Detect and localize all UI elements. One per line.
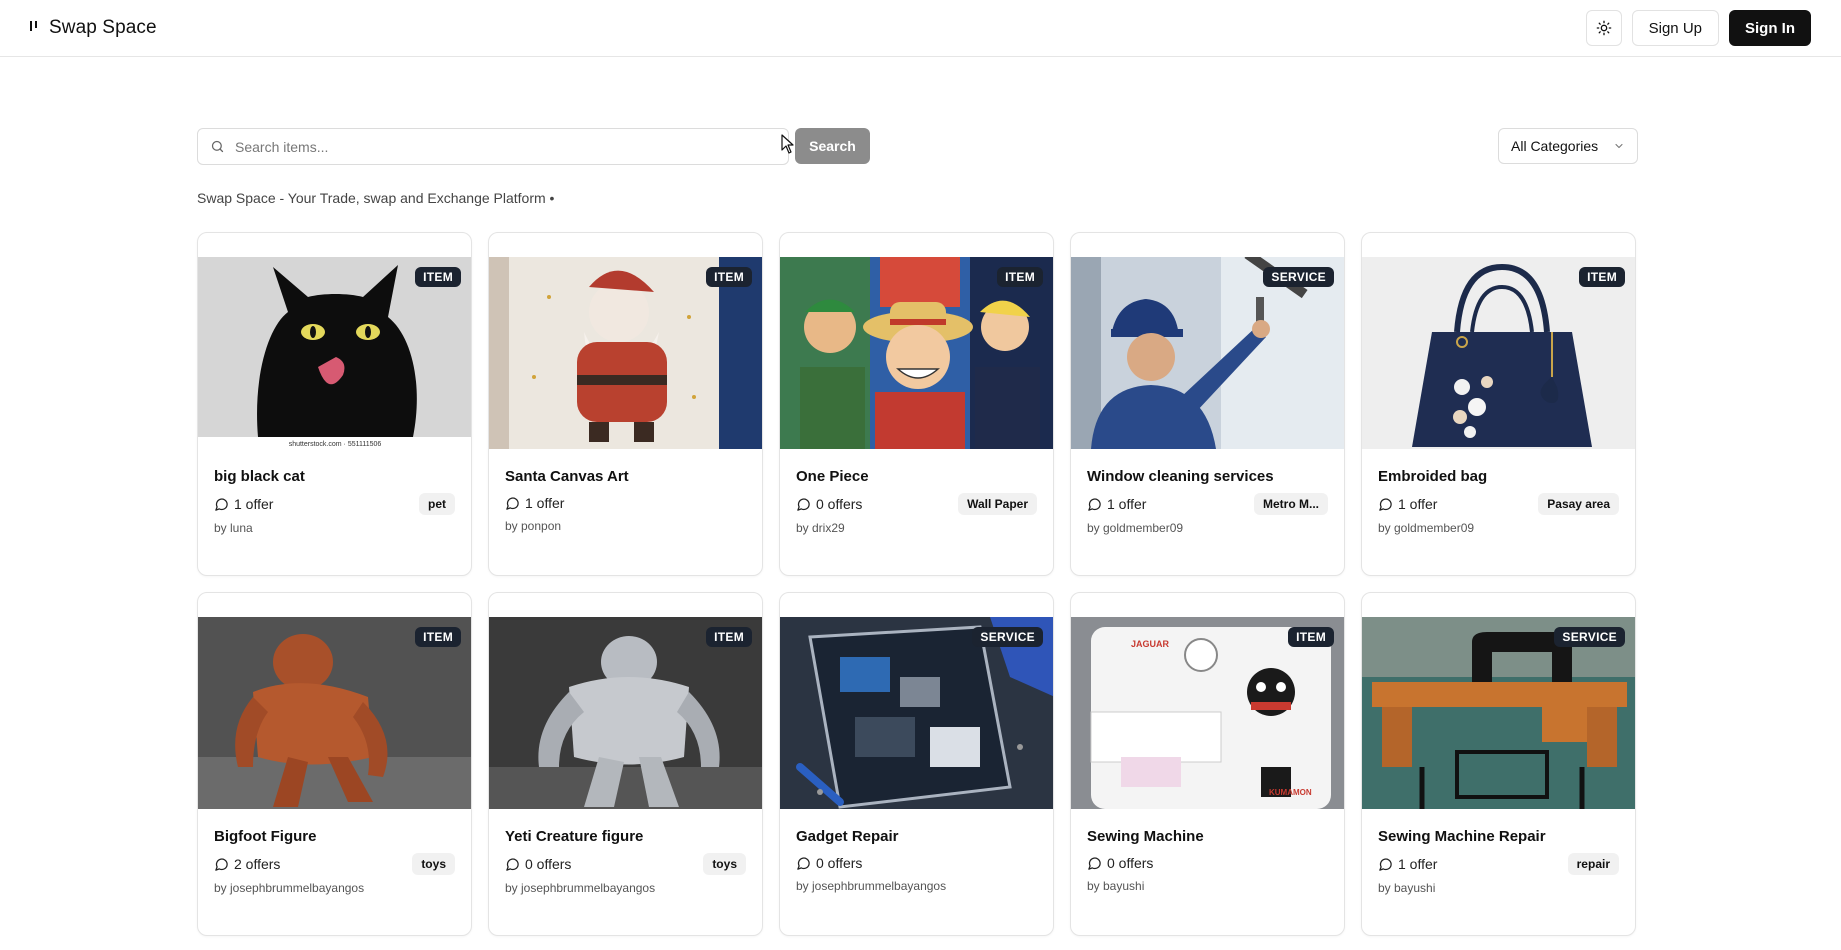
message-circle-icon [215, 497, 228, 511]
listing-category-tag: Metro M... [1254, 493, 1328, 515]
message-circle-icon [506, 496, 519, 510]
listing-owner: by goldmember09 [1087, 521, 1184, 535]
listing-title: big black cat [214, 468, 305, 485]
listing-offers-count: 1 offer [1398, 496, 1438, 512]
brand-link[interactable]: Swap Space [30, 17, 157, 39]
listing-category-tag: Pasay area [1538, 493, 1619, 515]
listing-card[interactable]: ITEM Santa Canvas Art 1 offer by ponpon [488, 232, 763, 576]
theme-toggle-button[interactable] [1585, 10, 1622, 46]
listing-owner: by bayushi [1378, 881, 1436, 895]
listing-category-tag: toys [412, 853, 455, 875]
listing-offers-count: 1 offer [1398, 856, 1438, 872]
sun-icon [1596, 20, 1611, 36]
message-circle-icon [215, 857, 228, 871]
svg-text:JAGUAR: JAGUAR [1131, 639, 1170, 649]
chevron-down-icon [1615, 143, 1623, 149]
message-circle-icon [1379, 497, 1392, 511]
page-tagline: Swap Space - Your Trade, swap and Exchan… [197, 190, 555, 206]
message-circle-icon [1379, 857, 1392, 871]
mouse-cursor-icon [781, 134, 794, 154]
listing-owner: by drix29 [796, 521, 845, 535]
listing-card[interactable]: KUMAMON JAGUAR ITEM Sewing Machine 0 off… [1070, 592, 1345, 936]
listing-category-tag: toys [703, 853, 746, 875]
search-input[interactable] [235, 138, 776, 155]
brand-logo-icon [30, 21, 37, 35]
category-select[interactable]: All Categories [1498, 128, 1638, 164]
listings-grid: shutterstock.com · 551111506 ITEM big bl… [197, 232, 1636, 936]
listing-owner: by luna [214, 521, 253, 535]
search-field[interactable] [197, 128, 789, 165]
listing-category-tag: repair [1567, 853, 1619, 875]
listing-offers: 0 offers [796, 496, 862, 512]
listing-owner: by josephbrummelbayangos [796, 879, 947, 893]
listing-offers-count: 1 offer [1107, 496, 1147, 512]
listing-type-badge: ITEM [706, 627, 752, 647]
listing-category-tag: Wall Paper [958, 493, 1037, 515]
listing-offers: 0 offers [505, 856, 571, 872]
listing-offers-count: 0 offers [816, 855, 863, 871]
search-button[interactable]: Search [795, 128, 870, 164]
listing-type-badge: ITEM [415, 267, 461, 287]
listing-card[interactable]: shutterstock.com · 551111506 ITEM big bl… [197, 232, 472, 576]
listing-offers: 1 offer [505, 495, 564, 511]
listing-type-badge: ITEM [997, 267, 1043, 287]
message-circle-icon [797, 856, 810, 870]
listing-title: Santa Canvas Art [505, 468, 629, 485]
brand-name: Swap Space [49, 17, 157, 38]
listing-title: Sewing Machine Repair [1378, 828, 1546, 845]
listing-type-badge: SERVICE [972, 627, 1043, 647]
listing-type-badge: SERVICE [1263, 267, 1334, 287]
listing-card[interactable]: ITEM Embroided bag 1 offer Pasay area by… [1361, 232, 1636, 576]
listing-title: Yeti Creature figure [505, 828, 644, 845]
message-circle-icon [1088, 856, 1101, 870]
svg-text:KUMAMON: KUMAMON [1269, 788, 1312, 797]
listing-type-badge: ITEM [415, 627, 461, 647]
sign-up-button[interactable]: Sign Up [1631, 10, 1719, 46]
listing-card[interactable]: SERVICE Gadget Repair 0 offers by joseph… [779, 592, 1054, 936]
listing-type-badge: SERVICE [1554, 627, 1625, 647]
listing-card[interactable]: ITEM Bigfoot Figure 2 offers toys by jos… [197, 592, 472, 936]
listing-card[interactable]: SERVICE Window cleaning services 1 offer… [1070, 232, 1345, 576]
message-circle-icon [797, 497, 810, 511]
listing-category-tag: pet [419, 493, 455, 515]
listing-offers: 1 offer [1087, 496, 1146, 512]
listing-type-badge: ITEM [706, 267, 752, 287]
listing-offers: 2 offers [214, 856, 280, 872]
listing-owner: by bayushi [1087, 879, 1145, 893]
header-actions: Sign Up Sign In [1585, 10, 1811, 46]
message-circle-icon [1088, 497, 1101, 511]
listing-offers: 1 offer [1378, 496, 1437, 512]
listing-type-badge: ITEM [1288, 627, 1334, 647]
listing-owner: by josephbrummelbayangos [214, 881, 365, 895]
listing-offers-count: 0 offers [525, 856, 572, 872]
listing-title: Gadget Repair [796, 828, 899, 845]
listing-title: Bigfoot Figure [214, 828, 317, 845]
listing-title: One Piece [796, 468, 869, 485]
listing-card[interactable]: SERVICE Sewing Machine Repair 1 offer re… [1361, 592, 1636, 936]
category-select-value: All Categories [1511, 138, 1599, 154]
listing-offers-count: 1 offer [525, 495, 565, 511]
listing-title: Embroided bag [1378, 468, 1488, 485]
listing-offers: 1 offer [1378, 856, 1437, 872]
sign-in-button[interactable]: Sign In [1729, 10, 1811, 46]
listing-card[interactable]: ITEM One Piece 0 offers Wall Paper by dr… [779, 232, 1054, 576]
listing-type-badge: ITEM [1579, 267, 1625, 287]
listing-offers: 0 offers [1087, 855, 1153, 871]
listing-offers-count: 2 offers [234, 856, 281, 872]
listing-owner: by josephbrummelbayangos [505, 881, 656, 895]
listing-offers-count: 1 offer [234, 496, 274, 512]
image-caption: shutterstock.com · 551111506 [289, 441, 382, 448]
message-circle-icon [506, 857, 519, 871]
listing-offers-count: 0 offers [1107, 855, 1154, 871]
listing-offers-count: 0 offers [816, 496, 863, 512]
listing-card[interactable]: ITEM Yeti Creature figure 0 offers toys … [488, 592, 763, 936]
listing-offers: 0 offers [796, 855, 862, 871]
listing-offers: 1 offer [214, 496, 273, 512]
top-nav: Swap Space Sign Up Sign In [0, 0, 1841, 57]
listing-owner: by goldmember09 [1378, 521, 1475, 535]
listing-title: Sewing Machine [1087, 828, 1204, 845]
listing-owner: by ponpon [505, 519, 562, 533]
listing-title: Window cleaning services [1087, 468, 1274, 485]
search-icon [211, 140, 224, 153]
